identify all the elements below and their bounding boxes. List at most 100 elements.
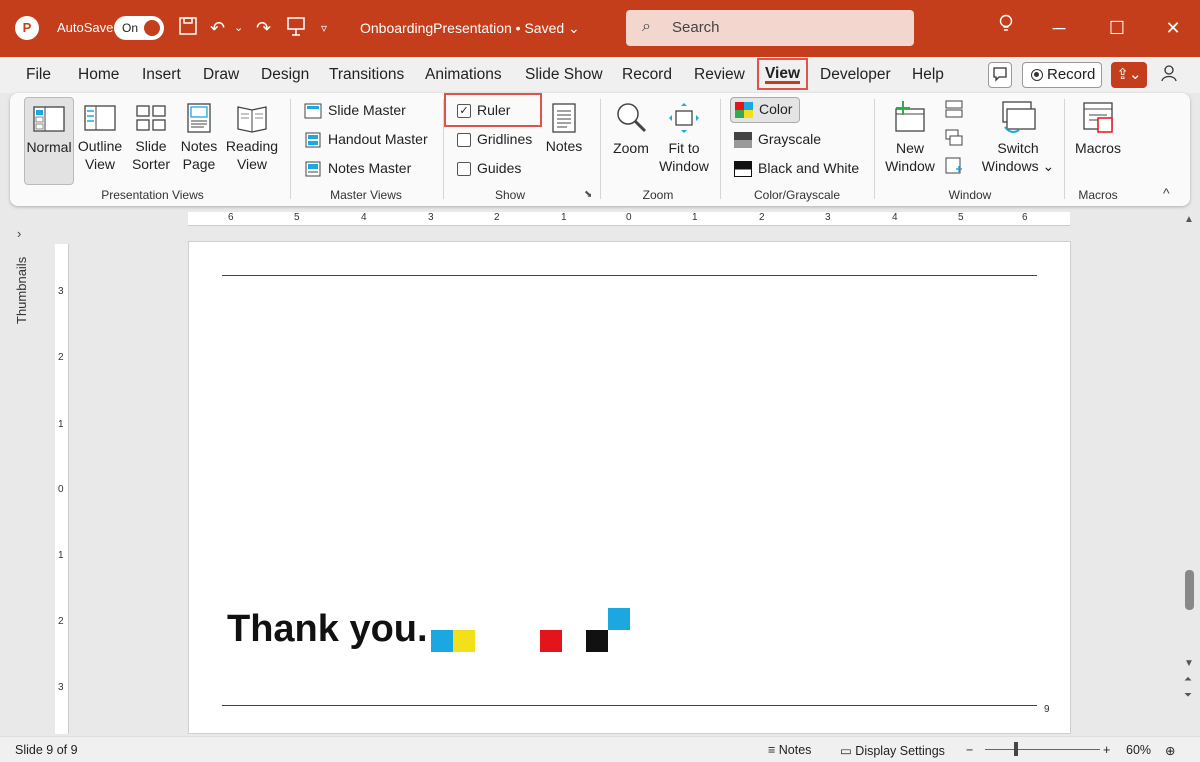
thumbnails-label[interactable]: Thumbnails bbox=[14, 257, 29, 324]
macros-group-label: Macros bbox=[1078, 188, 1118, 202]
show-dialog-launcher-icon[interactable]: ⬊ bbox=[584, 189, 592, 200]
comments-button[interactable] bbox=[988, 62, 1012, 88]
move-split-icon[interactable] bbox=[944, 157, 964, 178]
document-title[interactable]: OnboardingPresentation • Saved ⌄ bbox=[360, 20, 580, 37]
reading-label-1: Reading bbox=[225, 138, 279, 154]
grayscale-button[interactable]: Grayscale bbox=[734, 128, 821, 150]
black-and-white-button[interactable]: Black and White bbox=[734, 157, 859, 179]
display-settings-button[interactable]: ▭ Display Settings bbox=[840, 743, 945, 758]
new-window-button[interactable]: New Window bbox=[882, 101, 938, 175]
separator bbox=[1064, 99, 1065, 199]
macros-button[interactable]: Macros bbox=[1072, 101, 1124, 157]
zoom-slider[interactable] bbox=[985, 749, 1100, 750]
reading-label-2: View bbox=[236, 156, 268, 172]
zoom-button[interactable]: Zoom bbox=[608, 101, 654, 157]
vertical-scrollbar[interactable]: ▲ ▼ ⏶ ⏷ bbox=[1180, 212, 1200, 734]
redo-icon[interactable]: ↷ bbox=[256, 16, 271, 40]
slide-canvas[interactable]: Thank you. 9 bbox=[188, 241, 1071, 734]
color-button[interactable]: Color bbox=[730, 97, 800, 123]
scroll-thumb[interactable] bbox=[1185, 570, 1194, 610]
customize-toolbar-icon[interactable]: ▿ bbox=[321, 16, 327, 40]
handout-master-label: Handout Master bbox=[328, 131, 428, 147]
search-placeholder: Search bbox=[672, 19, 720, 36]
lightbulb-icon[interactable] bbox=[991, 14, 1021, 42]
arrange-all-icon[interactable] bbox=[944, 100, 964, 121]
record-button[interactable]: Record bbox=[1022, 62, 1102, 88]
cascade-icon[interactable] bbox=[944, 129, 964, 150]
tab-animations[interactable]: Animations bbox=[425, 66, 502, 84]
zoom-out-icon[interactable]: − bbox=[966, 743, 973, 757]
status-bar: Slide 9 of 9 ≡ Notes ▭ Display Settings … bbox=[0, 736, 1200, 762]
slide-sorter-button[interactable]: Slide Sorter bbox=[128, 103, 174, 173]
ruler-number: 4 bbox=[892, 212, 898, 223]
undo-dropdown-icon[interactable]: ⌄ bbox=[234, 16, 243, 40]
present-icon[interactable] bbox=[287, 16, 305, 42]
black-square bbox=[586, 630, 608, 652]
scroll-down-icon[interactable]: ▼ bbox=[1184, 658, 1194, 669]
next-slide-icon[interactable]: ⏷ bbox=[1184, 690, 1192, 701]
normal-view-button[interactable]: Normal bbox=[24, 97, 74, 185]
ruler-checkbox[interactable]: ✓ Ruler bbox=[457, 99, 510, 121]
fit-slide-icon[interactable]: ⊕ bbox=[1165, 743, 1175, 758]
slide-master-button[interactable]: Slide Master bbox=[304, 99, 406, 121]
tab-slide-show[interactable]: Slide Show bbox=[525, 66, 603, 84]
gridlines-check-icon bbox=[457, 133, 471, 148]
normal-view-icon bbox=[33, 106, 65, 132]
thank-you-text[interactable]: Thank you. bbox=[227, 608, 428, 651]
coauthor-icon[interactable] bbox=[1160, 62, 1186, 88]
outline-view-button[interactable]: Outline View bbox=[76, 103, 124, 173]
notes-button[interactable]: Notes bbox=[542, 103, 586, 155]
autosave-toggle[interactable]: On bbox=[114, 16, 164, 40]
maximize-icon[interactable]: ☐ bbox=[1102, 14, 1132, 42]
presentation-views-label: Presentation Views bbox=[101, 188, 204, 202]
zoom-level[interactable]: 60% bbox=[1126, 743, 1151, 757]
ruler-number: 5 bbox=[958, 212, 964, 223]
new-window-label-2: Window bbox=[885, 158, 935, 174]
tab-developer[interactable]: Developer bbox=[820, 66, 891, 84]
guides-checkbox[interactable]: Guides bbox=[457, 157, 521, 179]
notes-status-button[interactable]: ≡ Notes bbox=[768, 743, 811, 757]
undo-icon[interactable]: ↶ bbox=[210, 16, 225, 40]
tab-record[interactable]: Record bbox=[622, 66, 672, 84]
close-icon[interactable]: ✕ bbox=[1158, 14, 1188, 42]
ruler-number: 2 bbox=[494, 212, 500, 223]
tab-draw[interactable]: Draw bbox=[203, 66, 239, 84]
tab-file[interactable]: File bbox=[26, 66, 51, 84]
tab-home[interactable]: Home bbox=[78, 66, 119, 84]
ruler-number: 1 bbox=[58, 550, 64, 561]
tab-design[interactable]: Design bbox=[261, 66, 309, 84]
zoom-in-icon[interactable]: + bbox=[1103, 743, 1110, 757]
tab-review[interactable]: Review bbox=[694, 66, 745, 84]
ruler-number: 3 bbox=[58, 286, 64, 297]
collapse-ribbon-icon[interactable]: ^ bbox=[1163, 185, 1170, 201]
powerpoint-logo-icon: P bbox=[15, 16, 39, 40]
color-icon bbox=[735, 102, 753, 119]
switch-windows-button[interactable]: Switch Windows ⌄ bbox=[980, 101, 1056, 175]
red-square bbox=[540, 630, 562, 652]
scroll-up-icon[interactable]: ▲ bbox=[1184, 214, 1194, 225]
fit-to-window-button[interactable]: Fit to Window bbox=[656, 101, 712, 175]
tab-transitions[interactable]: Transitions bbox=[329, 66, 404, 84]
autosave-state: On bbox=[122, 21, 139, 35]
ribbon-view: Normal Outline View Slide Sorter Notes P… bbox=[10, 93, 1190, 206]
notes-page-button[interactable]: Notes Page bbox=[176, 103, 222, 173]
zoom-slider-thumb[interactable] bbox=[1014, 742, 1018, 756]
zoom-group-label: Zoom bbox=[642, 188, 674, 202]
reading-view-button[interactable]: Reading View bbox=[224, 103, 280, 173]
gridlines-checkbox[interactable]: Gridlines bbox=[457, 128, 532, 150]
record-icon bbox=[1031, 69, 1043, 81]
separator bbox=[290, 99, 291, 199]
share-button[interactable]: ⇪⌄ bbox=[1111, 62, 1147, 88]
save-icon[interactable] bbox=[178, 16, 198, 42]
search-box[interactable]: ⌕ Search bbox=[626, 10, 914, 46]
notes-master-button[interactable]: Notes Master bbox=[304, 157, 411, 179]
previous-slide-icon[interactable]: ⏶ bbox=[1184, 674, 1192, 685]
minimize-icon[interactable]: ─ bbox=[1044, 14, 1074, 42]
window-group-label: Window bbox=[948, 188, 992, 202]
handout-master-button[interactable]: Handout Master bbox=[304, 128, 428, 150]
tab-view[interactable]: View bbox=[757, 58, 809, 90]
tab-insert[interactable]: Insert bbox=[142, 66, 181, 84]
ruler-number: 1 bbox=[561, 212, 567, 223]
expand-thumbnails-icon[interactable]: › bbox=[17, 226, 21, 241]
tab-help[interactable]: Help bbox=[912, 66, 944, 84]
